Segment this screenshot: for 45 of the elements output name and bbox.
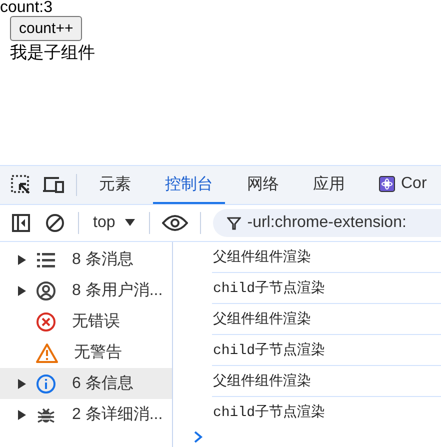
console-message: child子节点渲染 <box>212 335 441 366</box>
sidebar-toggle-icon[interactable] <box>10 212 32 234</box>
console-message: 父组件组件渲染 <box>212 242 441 273</box>
console-message: 父组件组件渲染 <box>212 304 441 335</box>
eye-icon[interactable] <box>162 214 188 232</box>
warning-icon <box>36 342 58 362</box>
prompt-chevron-icon[interactable] <box>193 431 203 443</box>
context-dropdown[interactable]: top <box>91 214 138 232</box>
expand-arrow-icon[interactable] <box>18 378 26 388</box>
count-text: count:3 <box>0 0 54 16</box>
clear-icon[interactable] <box>44 212 66 234</box>
sidebar-item[interactable]: 无错误 <box>0 306 172 337</box>
sidebar-label: 无错误 <box>72 312 120 332</box>
count-button[interactable]: count++ <box>10 16 82 41</box>
panel-tab[interactable]: 控制台 <box>153 166 225 204</box>
sidebar-item[interactable]: 8 条用户消... <box>0 275 172 306</box>
device-toolbar-icon[interactable] <box>42 174 66 196</box>
panel-tab[interactable]: 应用 <box>301 166 357 204</box>
info-icon <box>36 374 56 394</box>
filter-field[interactable]: -url:chrome-extension: <box>213 209 441 237</box>
child-text: 我是子组件 <box>10 42 96 64</box>
panel-tab[interactable]: Cor <box>367 166 439 204</box>
error-icon <box>36 312 56 332</box>
sidebar-item[interactable]: 2 条详细消... <box>0 399 172 430</box>
user-icon <box>36 280 56 300</box>
expand-arrow-icon[interactable] <box>18 410 26 420</box>
filter-icon <box>227 216 242 230</box>
inspect-icon[interactable] <box>10 174 32 196</box>
extension-icon <box>379 176 395 192</box>
sidebar-label: 无警告 <box>74 342 122 363</box>
console-message: child子节点渲染 <box>212 273 441 304</box>
sidebar-label: 8 条消息 <box>72 250 134 270</box>
expand-arrow-icon[interactable] <box>18 286 26 296</box>
sidebar-item[interactable]: 8 条消息 <box>0 244 172 275</box>
sidebar-label: 2 条详细消... <box>72 404 163 425</box>
caret-icon <box>125 219 136 227</box>
expand-arrow-icon[interactable] <box>18 254 26 264</box>
console-message: 父组件组件渲染 <box>212 366 441 397</box>
sidebar-label: 6 条信息 <box>72 374 134 394</box>
console-message: child子节点渲染 <box>212 403 326 423</box>
panel-tab[interactable]: 网络 <box>235 166 291 204</box>
panel-tab[interactable]: 元素 <box>87 166 143 204</box>
sidebar-label: 8 条用户消... <box>72 280 163 301</box>
sidebar-item[interactable]: 6 条信息 <box>0 368 172 399</box>
sidebar-item[interactable]: 无警告 <box>0 337 172 368</box>
